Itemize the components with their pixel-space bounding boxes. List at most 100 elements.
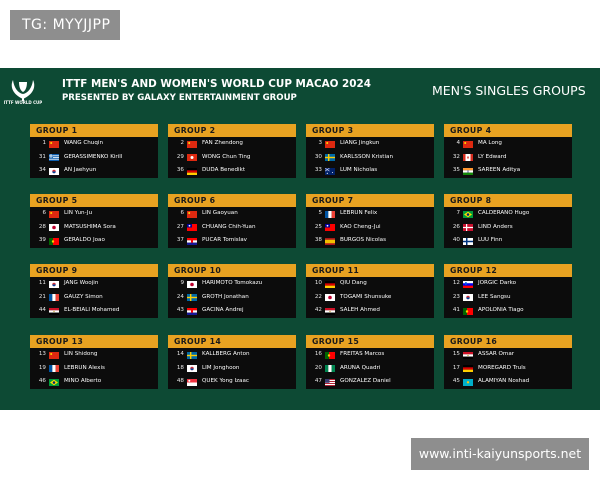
player-seed: 42 — [314, 307, 322, 314]
groups-grid: GROUP 1 1 WANG Chuqin 31 GERASSIMENKO Kirill… — [0, 68, 600, 410]
player-name: LEBRUN Alexis — [64, 364, 105, 371]
group-card: GROUP 11 10 QIU Dang 22 TOGAMI Shunsuke 42 SAL… — [306, 264, 434, 318]
player-row: 32 LY Edward — [444, 151, 572, 165]
player-seed: 24 — [176, 293, 184, 300]
group-header: GROUP 14 — [168, 335, 296, 348]
player-seed: 48 — [176, 378, 184, 385]
player-name: LIN Yun-Ju — [64, 210, 93, 216]
player-name: JANG Woojin — [64, 280, 99, 286]
player-name: AN Jaehyun — [64, 167, 97, 174]
player-row: 17 MOREGARD Truls — [444, 362, 572, 376]
draw-board: ITTF WORLD CUP ITTF MEN'S AND WOMEN'S WO… — [0, 68, 600, 410]
player-seed: 14 — [176, 351, 184, 357]
player-row: 46 MINO Alberto — [30, 375, 158, 389]
country-flag-icon — [49, 294, 59, 302]
country-flag-icon — [187, 378, 197, 386]
player-seed: 30 — [314, 153, 322, 160]
country-flag-icon — [49, 237, 59, 245]
player-row: 31 GERASSIMENKO Kirill — [30, 151, 158, 165]
country-flag-icon — [325, 365, 335, 373]
player-seed: 28 — [38, 223, 46, 230]
player-name: BURGOS Nicolas — [340, 237, 387, 244]
player-name: SALEH Ahmed — [340, 307, 380, 314]
watermark-tag: TG: MYYJJPP — [10, 10, 120, 40]
player-row: 1 WANG Chuqin — [30, 137, 158, 151]
country-flag-icon — [463, 280, 473, 288]
player-name: KALLBERG Anton — [202, 351, 250, 357]
country-flag-icon — [325, 154, 335, 162]
group-header: GROUP 15 — [306, 335, 434, 348]
player-row: 42 SALEH Ahmed — [306, 304, 434, 318]
group-card: GROUP 12 12 JORGIC Darko 23 LEE Sangsu 41 APOL… — [444, 264, 572, 318]
group-header: GROUP 2 — [168, 124, 296, 137]
player-row: 28 MATSUSHIMA Sora — [30, 221, 158, 235]
country-flag-icon — [49, 154, 59, 162]
country-flag-icon — [463, 294, 473, 302]
player-seed: 16 — [314, 351, 322, 357]
player-seed: 35 — [452, 167, 460, 174]
country-flag-icon — [463, 365, 473, 373]
group-header: GROUP 11 — [306, 264, 434, 277]
player-row: 23 LEE Sangsu — [444, 291, 572, 305]
player-name: MOREGARD Truls — [478, 364, 526, 371]
player-name: LEE Sangsu — [478, 293, 511, 300]
group-header: GROUP 16 — [444, 335, 572, 348]
country-flag-icon — [187, 365, 197, 373]
group-header: GROUP 9 — [30, 264, 158, 277]
player-seed: 9 — [180, 280, 184, 286]
player-row: 3 LIANG Jingkun — [306, 137, 434, 151]
player-name: EL-BEIALI Mohamed — [64, 307, 120, 314]
player-name: JORGIC Darko — [478, 280, 517, 286]
player-name: LIN Shidong — [64, 351, 98, 357]
player-name: GAUZY Simon — [64, 293, 103, 300]
group-card: GROUP 1 1 WANG Chuqin 31 GERASSIMENKO Kirill… — [30, 124, 158, 178]
player-row: 9 HARIMOTO Tomokazu — [168, 277, 296, 291]
player-name: MINO Alberto — [64, 378, 102, 385]
country-flag-icon — [325, 210, 335, 218]
player-row: 29 WONG Chun Ting — [168, 151, 296, 165]
player-seed: 32 — [452, 153, 460, 160]
group-card: GROUP 8 7 CALDERANO Hugo 26 LIND Anders 40 LUU… — [444, 194, 572, 248]
player-seed: 34 — [38, 167, 46, 174]
country-flag-icon — [187, 210, 197, 218]
player-seed: 37 — [176, 237, 184, 244]
player-seed: 27 — [176, 223, 184, 230]
player-name: GONZALEZ Daniel — [340, 378, 391, 385]
player-name: FAN Zhendong — [202, 140, 243, 146]
player-row: 44 EL-BEIALI Mohamed — [30, 304, 158, 318]
player-seed: 2 — [180, 140, 184, 146]
player-seed: 44 — [38, 307, 46, 314]
group-card: GROUP 3 3 LIANG Jingkun 30 KARLSSON Kristian… — [306, 124, 434, 178]
player-seed: 25 — [314, 223, 322, 230]
player-seed: 13 — [38, 351, 46, 357]
player-row: 37 PUCAR Tomislav — [168, 234, 296, 248]
player-seed: 6 — [42, 210, 46, 216]
player-name: FREITAS Marcos — [340, 351, 385, 357]
player-row: 41 APOLONIA Tiago — [444, 304, 572, 318]
player-row: 26 LIND Anders — [444, 221, 572, 235]
player-seed: 6 — [180, 210, 184, 216]
country-flag-icon — [463, 210, 473, 218]
player-seed: 39 — [38, 237, 46, 244]
country-flag-icon — [325, 378, 335, 386]
player-name: LUM Nicholas — [340, 167, 378, 174]
country-flag-icon — [49, 307, 59, 315]
player-seed: 45 — [452, 378, 460, 385]
country-flag-icon — [463, 378, 473, 386]
country-flag-icon — [325, 307, 335, 315]
player-seed: 20 — [314, 364, 322, 371]
country-flag-icon — [463, 167, 473, 175]
player-name: ALAMIYAN Noshad — [478, 378, 530, 385]
player-row: 20 ARUNA Quadri — [306, 362, 434, 376]
group-card: GROUP 13 13 LIN Shidong 19 LEBRUN Alexis 46 MI… — [30, 335, 158, 389]
group-header: GROUP 10 — [168, 264, 296, 277]
player-seed: 33 — [314, 167, 322, 174]
player-seed: 47 — [314, 378, 322, 385]
player-name: QUEK Yong Izaac — [202, 378, 249, 385]
group-card: GROUP 10 9 HARIMOTO Tomokazu 24 GROTH Jonath… — [168, 264, 296, 318]
player-seed: 31 — [38, 153, 46, 160]
country-flag-icon — [187, 307, 197, 315]
player-row: 33 LUM Nicholas — [306, 164, 434, 178]
player-row: 30 KARLSSON Kristian — [306, 151, 434, 165]
group-header: GROUP 1 — [30, 124, 158, 137]
